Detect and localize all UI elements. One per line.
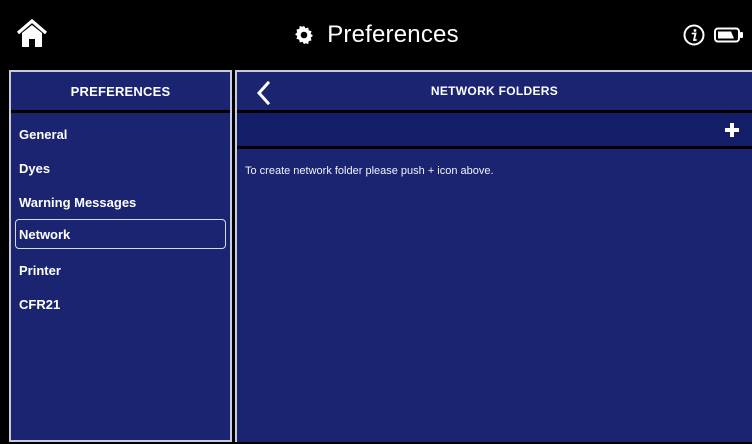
sidebar: PREFERENCES General Dyes Warning Message… xyxy=(9,70,232,442)
main-header: NETWORK FOLDERS xyxy=(237,72,752,113)
gear-icon xyxy=(295,25,314,45)
back-button[interactable] xyxy=(253,80,275,106)
main-panel: NETWORK FOLDERS To create network folder… xyxy=(235,70,752,442)
action-bar xyxy=(237,113,752,149)
page-title-group: Preferences xyxy=(0,18,752,52)
chevron-left-icon xyxy=(256,80,271,106)
plus-icon xyxy=(725,123,739,137)
sidebar-item-cfr21[interactable]: CFR21 xyxy=(11,287,226,321)
sidebar-heading: PREFERENCES xyxy=(11,72,230,113)
add-folder-button[interactable] xyxy=(724,122,740,138)
info-button[interactable] xyxy=(683,24,705,46)
sidebar-item-network[interactable]: Network xyxy=(15,219,226,249)
sidebar-item-dyes[interactable]: Dyes xyxy=(11,151,226,185)
sidebar-item-general[interactable]: General xyxy=(11,117,226,151)
sidebar-item-warning-messages[interactable]: Warning Messages xyxy=(11,185,226,219)
battery-icon xyxy=(714,27,743,43)
info-icon xyxy=(683,24,705,46)
sidebar-menu: General Dyes Warning Messages Network Pr… xyxy=(11,113,230,321)
battery-indicator xyxy=(714,27,744,43)
empty-state-message: To create network folder please push + i… xyxy=(245,165,494,177)
top-bar: Preferences xyxy=(0,0,752,68)
main-heading: NETWORK FOLDERS xyxy=(430,84,559,98)
page-title: Preferences xyxy=(327,21,459,48)
sidebar-item-printer[interactable]: Printer xyxy=(11,253,226,287)
